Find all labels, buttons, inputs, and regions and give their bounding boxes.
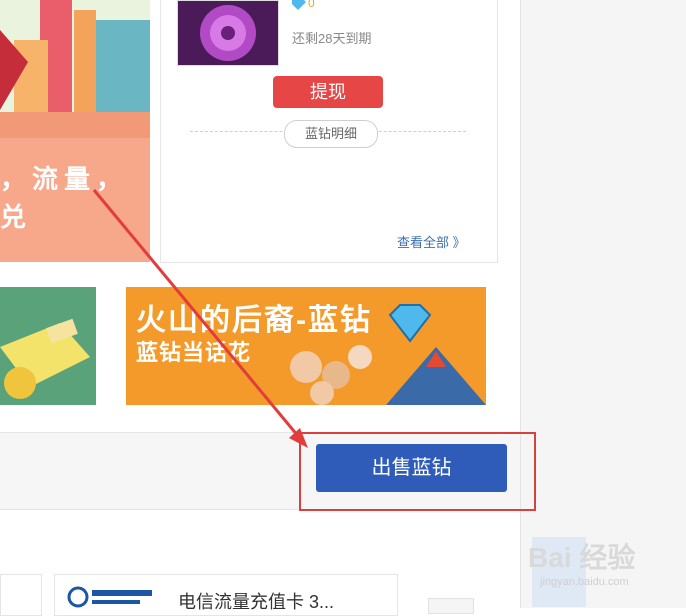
product-title[interactable]: 电信流量充值卡 3...: [178, 588, 334, 614]
china-telecom-logo: [66, 586, 158, 608]
scroll-control[interactable]: [428, 598, 474, 614]
product-card-partial[interactable]: [0, 574, 42, 616]
annotation-arrow: [92, 189, 308, 448]
